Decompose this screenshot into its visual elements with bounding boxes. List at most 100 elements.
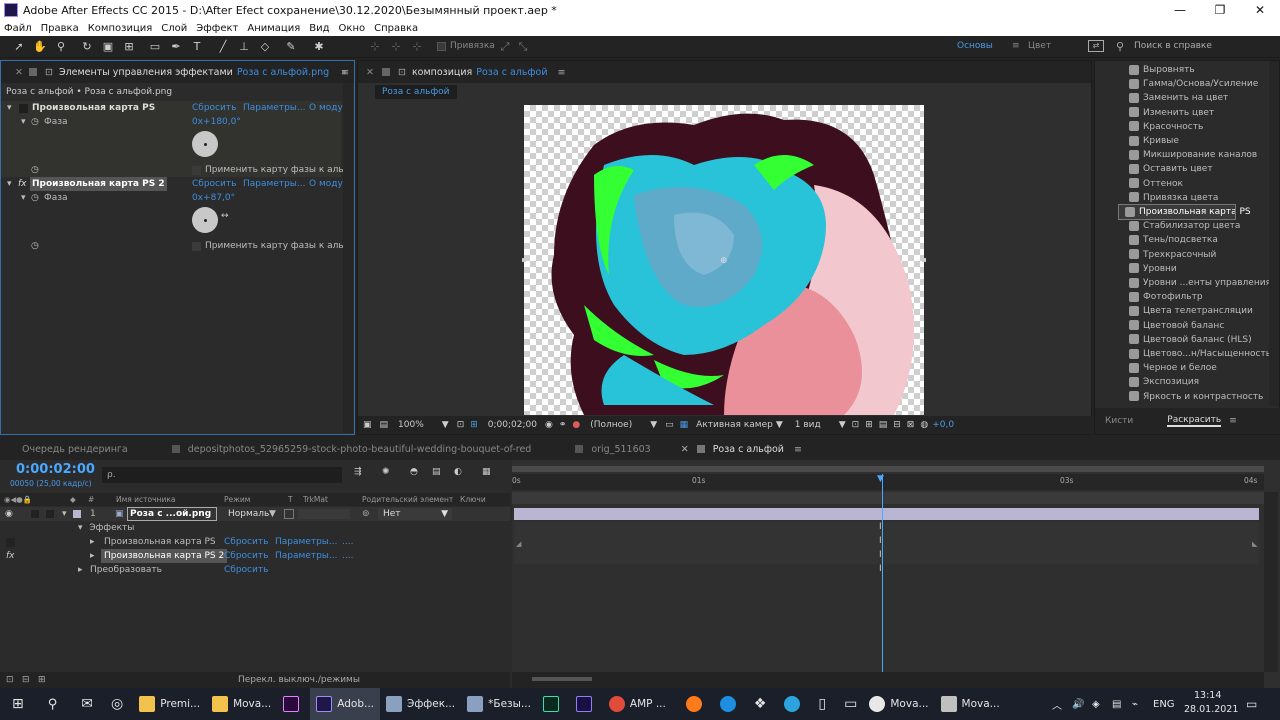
phase-dial-2[interactable] [192, 207, 218, 233]
timeline-scrollbar[interactable] [1264, 492, 1278, 672]
dropdown-arrow-icon[interactable]: ▼ [839, 420, 846, 430]
tl-effect-reset-2[interactable]: Сбросить [224, 549, 268, 563]
zoom-select[interactable]: 100% [398, 420, 424, 430]
composition-name[interactable]: Роза с альфой [476, 67, 547, 78]
edge-icon[interactable] [719, 696, 736, 712]
panel-menu-icon[interactable]: ≡ [794, 444, 802, 455]
lock-icon[interactable] [28, 68, 37, 76]
composition-tab[interactable]: ✕ ⊡ композиция Роза с альфой ≡ [358, 61, 1091, 83]
axis-world-icon[interactable]: ⊹ [389, 40, 403, 54]
mail-icon[interactable]: ✉ [81, 696, 93, 712]
tl-effect-row-1[interactable]: ▸ Произвольная карта PS Сбросить Парамет… [0, 535, 510, 549]
menu-file[interactable]: Файл [4, 23, 32, 34]
effect-list-item[interactable]: Оставить цвет [1123, 162, 1271, 176]
selection-tool-icon[interactable]: ➚ [12, 40, 26, 54]
menu-help[interactable]: Справка [374, 23, 418, 34]
menu-layer[interactable]: Слой [161, 23, 187, 34]
exposure-icon[interactable]: ◍ [920, 420, 928, 430]
region-icon[interactable]: ▤ [380, 420, 389, 430]
always-preview-icon[interactable]: ▣ [363, 420, 372, 430]
phase-value-2[interactable]: 0x+87,0° [192, 191, 235, 205]
tl-effect-params-2[interactable]: Параметры... [275, 549, 337, 563]
dropdown-arrow-icon[interactable]: ▼ [442, 420, 449, 430]
in-out-icon[interactable]: ⊞ [38, 672, 46, 688]
rotate-tool-icon[interactable]: ↻ [80, 40, 94, 54]
tab-paint[interactable]: Раскрасить [1167, 415, 1222, 427]
effect-list-item[interactable]: Привязка цвета [1123, 191, 1271, 205]
workspace-color[interactable]: Цвет [1028, 41, 1051, 51]
roi-icon[interactable]: ▭ [665, 420, 674, 430]
t-column[interactable]: T [288, 493, 293, 506]
trkmat-select[interactable] [298, 509, 350, 519]
camera-tool-icon[interactable]: ▣ [101, 40, 115, 54]
panel-menu-icon[interactable]: ≡ [1229, 416, 1237, 426]
trkmat-column[interactable]: TrkMat [303, 493, 328, 506]
effect-list-item[interactable]: Выровнять [1123, 63, 1271, 77]
tray-arrow-icon[interactable]: ︿ [1052, 697, 1062, 712]
keyframe-marker[interactable]: ◣ [1252, 540, 1257, 548]
fx-switch-icon[interactable]: fx [6, 549, 15, 563]
effects-group-row[interactable]: ▾ Эффекты [0, 521, 510, 535]
tl-effect-row-2[interactable]: fx ▸ Произвольная карта PS 2 Сбросить Па… [0, 549, 510, 563]
grid-icon[interactable]: ⊞ [470, 420, 478, 430]
minimize-button[interactable]: — [1160, 0, 1200, 20]
effect-list-item[interactable]: Уровни [1123, 262, 1271, 276]
mode-column[interactable]: Режим [224, 493, 250, 506]
sync-settings-icon[interactable]: ⇄ [1088, 40, 1104, 52]
snap-checkbox[interactable] [437, 42, 446, 51]
playhead-line[interactable] [882, 474, 883, 674]
clock-date[interactable]: 28.01.2021 [1184, 704, 1238, 715]
network-icon[interactable]: ▤ [1112, 699, 1121, 710]
effect-list-item[interactable]: Экспозиция [1123, 375, 1271, 389]
anchor-point-icon[interactable]: ⊕ [720, 256, 728, 266]
channel-icon[interactable]: ● [572, 420, 580, 430]
layer-name[interactable]: Роза с ...ой.png [127, 507, 217, 521]
timecode-display[interactable]: 0:00:02:00 [16, 462, 95, 477]
expand-arrow-icon[interactable]: ▸ [90, 549, 95, 563]
tab-orig[interactable]: orig_511603 [591, 444, 650, 455]
apply-phase-checkbox-1[interactable] [192, 166, 201, 175]
tab-rose-alpha[interactable]: Роза с альфой [713, 444, 784, 455]
zoom-slider[interactable] [532, 677, 592, 681]
fx-toggle-icon[interactable] [19, 104, 28, 113]
menu-view[interactable]: Вид [309, 23, 329, 34]
pan-behind-tool-icon[interactable]: ⊞ [122, 40, 136, 54]
expand-arrow-icon[interactable]: ▾ [21, 191, 26, 205]
comp-flow-tab[interactable]: Роза с альфой [375, 85, 457, 99]
tab-brushes[interactable]: Кисти [1105, 416, 1133, 426]
clone-stamp-tool-icon[interactable]: ⊥ [237, 40, 251, 54]
flowchart-icon[interactable]: ⊟ [893, 420, 901, 430]
help-search-input[interactable]: Поиск в справке [1134, 41, 1212, 51]
panel-lock-icon[interactable]: ⊡ [45, 67, 53, 78]
paint-icon[interactable]: ❖ [754, 696, 767, 712]
workspace-essentials[interactable]: Основы [957, 41, 993, 51]
taskbar-media-encoder[interactable] [570, 688, 603, 720]
puppet-tool-icon[interactable]: ✱ [312, 40, 326, 54]
effect-list-item[interactable]: Произвольная карта PS [1118, 204, 1251, 220]
type-tool-icon[interactable]: T [190, 40, 204, 54]
search-icon[interactable]: ⚲ [48, 697, 58, 712]
parent-select[interactable]: Нет ▼ [378, 508, 452, 520]
effect-list-item[interactable]: Цветово...н/Насыщенность [1123, 347, 1271, 361]
comp-mini-flowchart-icon[interactable]: ⇶ [354, 467, 362, 477]
taskbar-audition[interactable] [537, 688, 570, 720]
transfer-controls-icon[interactable]: ⊟ [22, 672, 30, 688]
effect-list-item[interactable]: Микширование каналов [1123, 148, 1271, 162]
close-tab-icon[interactable]: ✕ [681, 444, 689, 455]
maximize-button[interactable]: ❐ [1200, 0, 1240, 20]
snapshot-icon[interactable]: ◉ [545, 420, 553, 430]
phase-value-1[interactable]: 0x+180,0° [192, 115, 241, 129]
language-indicator[interactable]: ENG [1153, 699, 1175, 710]
tab-render-queue[interactable]: Очередь рендеринга [22, 444, 128, 455]
motion-blur-icon[interactable]: ◐ [454, 467, 462, 477]
fx-switch[interactable] [6, 538, 15, 547]
graph-editor-icon[interactable]: ▦ [482, 467, 491, 477]
transparency-grid-icon[interactable]: ▦ [680, 420, 689, 430]
taskbar-after-effects[interactable]: Adob... [310, 688, 380, 720]
windows-start-icon[interactable]: ⊞ [12, 696, 24, 712]
expand-arrow-icon[interactable]: ▾ [7, 177, 12, 191]
taskbar-movavi-1[interactable]: Mova... [863, 688, 934, 720]
exposure-value[interactable]: +0,0 [932, 420, 954, 430]
layer-mode-select[interactable]: Нормаль [228, 507, 269, 521]
menu-animation[interactable]: Анимация [247, 23, 300, 34]
